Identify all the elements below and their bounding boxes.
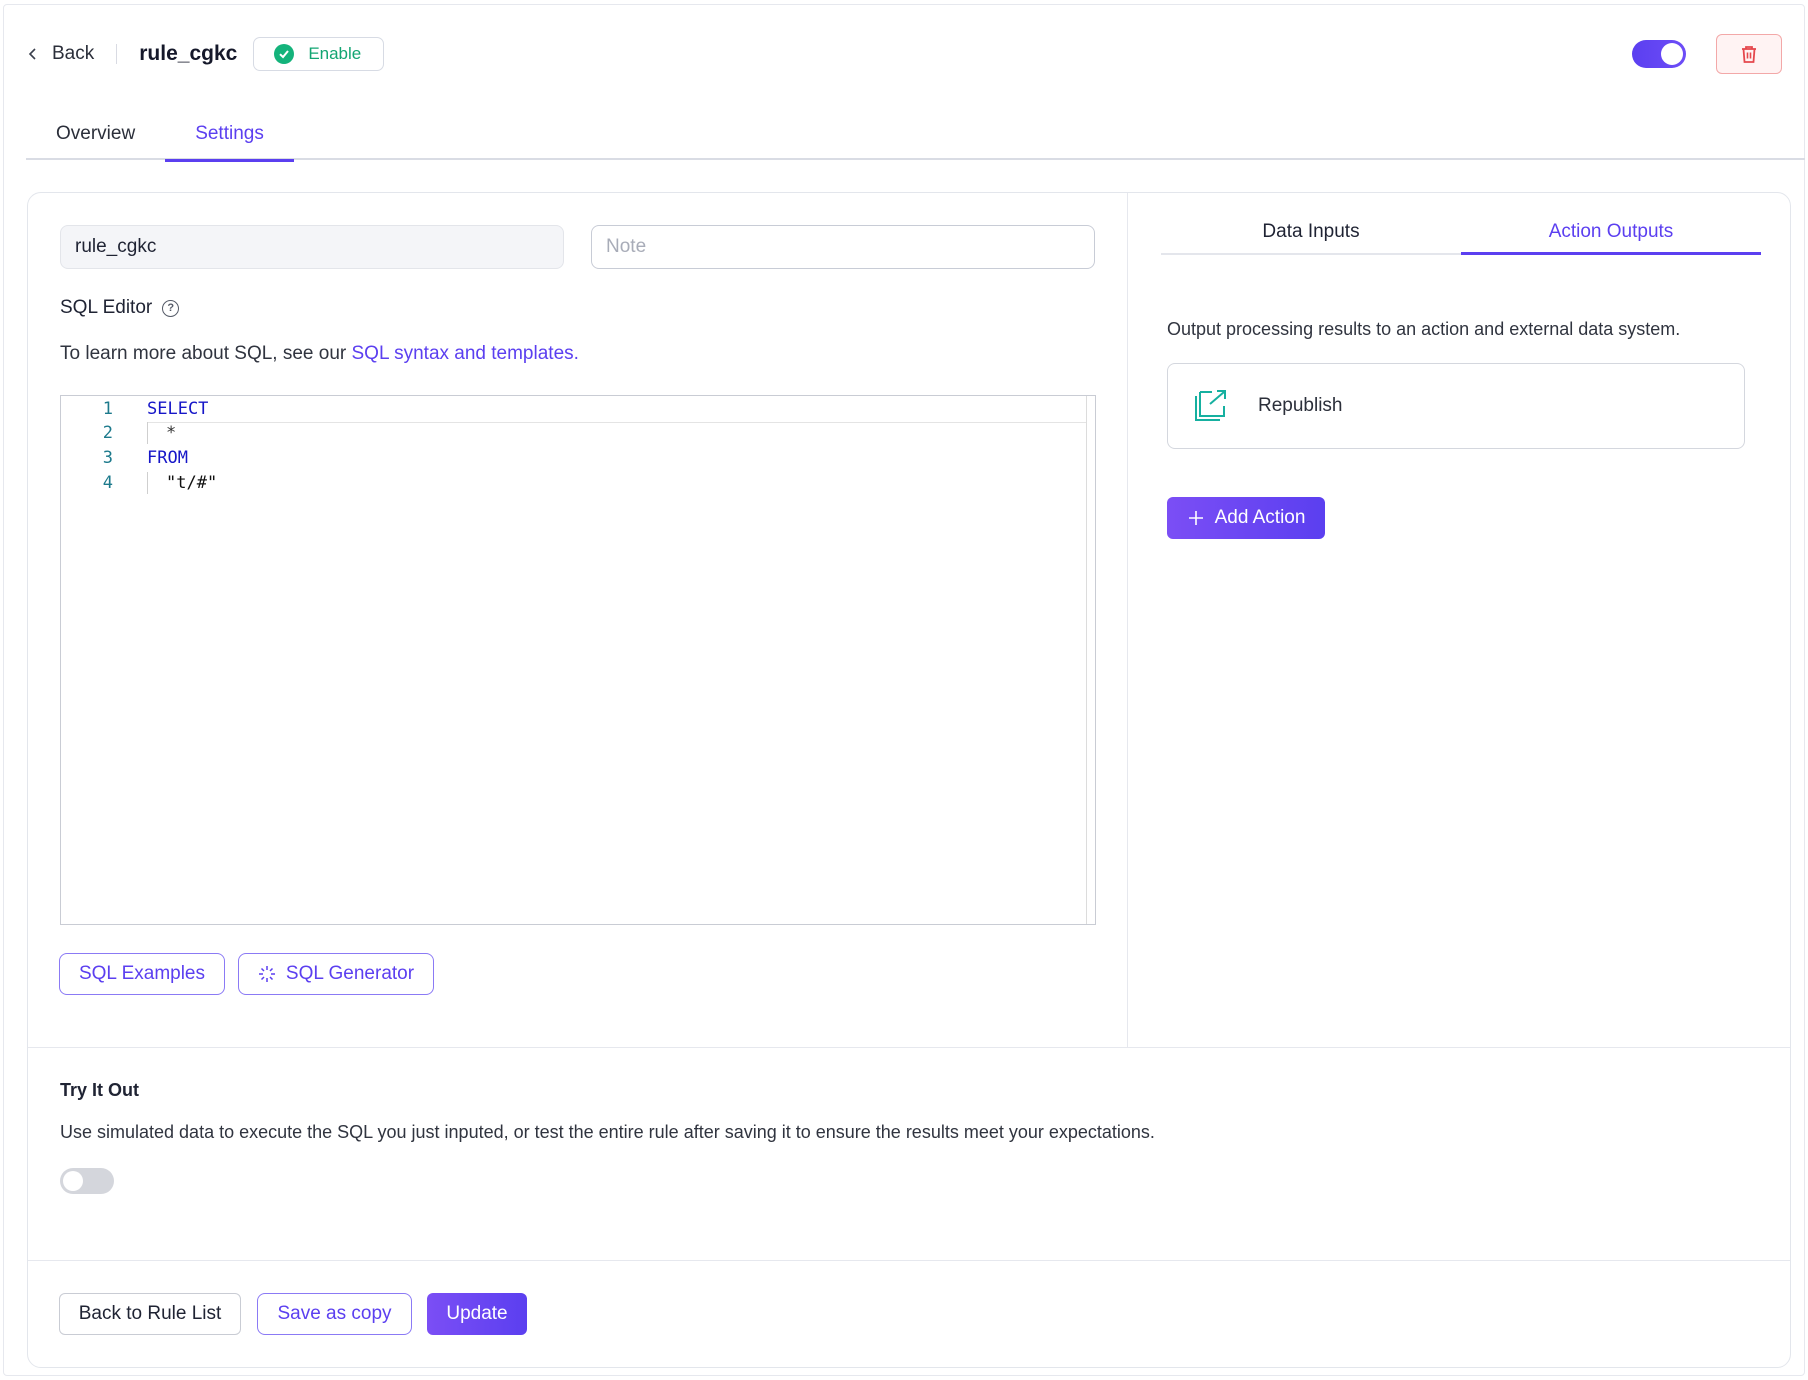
help-icon[interactable]: ? <box>162 299 180 317</box>
action-label: Republish <box>1258 395 1343 416</box>
delete-button[interactable] <box>1716 34 1782 74</box>
status-badge: Enable <box>253 37 385 71</box>
code-text: * <box>166 423 177 443</box>
update-button[interactable]: Update <box>427 1293 527 1335</box>
code-text-wrap: * <box>147 422 176 444</box>
outputs-description: Output processing results to an action a… <box>1167 319 1681 339</box>
update-label: Update <box>446 1303 508 1324</box>
sql-editor-label: SQL Editor ? <box>60 297 180 319</box>
code-line: 3 FROM <box>61 445 188 471</box>
sql-pane: rule_cgkc Note SQL Editor ? To learn mor… <box>28 193 1128 1047</box>
indent-guide <box>147 422 148 444</box>
indent-guide <box>147 472 148 494</box>
back-to-rule-list-button[interactable]: Back to Rule List <box>59 1293 241 1335</box>
code-line: 1 SELECT <box>61 396 209 422</box>
sql-generator-label: SQL Generator <box>285 963 415 984</box>
code-line: 2 * <box>61 420 176 446</box>
header-divider <box>116 44 118 64</box>
code-text: FROM <box>147 448 188 468</box>
back-label: Back <box>52 43 95 64</box>
save-copy-label: Save as copy <box>277 1303 392 1324</box>
tab-data-inputs[interactable]: Data Inputs <box>1161 211 1461 253</box>
try-it-out-title: Try It Out <box>60 1080 140 1100</box>
code-line: 4 "t/#" <box>61 470 217 496</box>
outputs-pane: Data Inputs Action Outputs Output proces… <box>1129 193 1790 1047</box>
line-number: 2 <box>102 423 113 443</box>
add-action-button[interactable]: Add Action <box>1167 497 1325 539</box>
sql-syntax-link[interactable]: SQL syntax and templates. <box>352 343 579 364</box>
tab-action-outputs[interactable]: Action Outputs <box>1461 211 1761 255</box>
sql-generator-button[interactable]: SQL Generator <box>238 953 434 995</box>
rule-name-input[interactable]: rule_cgkc <box>60 225 564 269</box>
page-header: Back rule_cgkc Enable <box>26 34 1782 74</box>
try-it-out-section: Try It Out Use simulated data to execute… <box>28 1047 1790 1261</box>
line-number: 4 <box>102 473 113 493</box>
save-as-copy-button[interactable]: Save as copy <box>257 1293 412 1335</box>
plus-icon <box>1188 511 1203 525</box>
tab-overview[interactable]: Overview <box>26 108 165 160</box>
back-link[interactable]: Back <box>26 43 94 65</box>
rule-enable-toggle[interactable] <box>1632 40 1686 68</box>
chevron-left-icon <box>28 48 36 60</box>
sql-examples-label: SQL Examples <box>78 963 205 984</box>
code-text: "t/#" <box>166 473 218 493</box>
code-text: SELECT <box>147 399 209 419</box>
learn-prefix: To learn more about SQL, see our <box>60 343 352 364</box>
io-tabs: Data Inputs Action Outputs <box>1161 211 1761 255</box>
line-number: 1 <box>102 399 113 419</box>
header-actions <box>1632 34 1782 74</box>
action-card-republish[interactable]: Republish <box>1167 363 1745 449</box>
page-tabs: Overview Settings <box>26 108 1805 162</box>
republish-icon <box>1195 390 1226 421</box>
settings-card: rule_cgkc Note SQL Editor ? To learn mor… <box>27 192 1791 1368</box>
rule-title: rule_cgkc <box>139 42 238 65</box>
trash-icon <box>1742 46 1756 63</box>
editor-current-line <box>147 422 1087 423</box>
note-input[interactable]: Note <box>591 225 1095 269</box>
status-label: Enable <box>308 44 362 63</box>
check-circle-icon <box>274 44 295 64</box>
try-it-out-description: Use simulated data to execute the SQL yo… <box>60 1122 1155 1142</box>
tab-settings[interactable]: Settings <box>165 108 294 162</box>
editor-scrollbar[interactable] <box>1086 396 1095 924</box>
sql-editor-title: SQL Editor <box>60 297 153 318</box>
sparkle-icon <box>258 966 275 982</box>
line-number: 3 <box>102 448 113 468</box>
sql-learn-text: To learn more about SQL, see our SQL syn… <box>60 343 579 365</box>
add-action-label: Add Action <box>1214 507 1306 528</box>
try-it-out-toggle[interactable] <box>60 1168 114 1194</box>
code-text-wrap: "t/#" <box>147 472 217 494</box>
back-to-list-label: Back to Rule List <box>78 1303 222 1324</box>
sql-code-editor[interactable]: 1 SELECT 2 * 3 FROM 4 "t/#" <box>60 395 1096 925</box>
sql-examples-button[interactable]: SQL Examples <box>59 953 225 995</box>
